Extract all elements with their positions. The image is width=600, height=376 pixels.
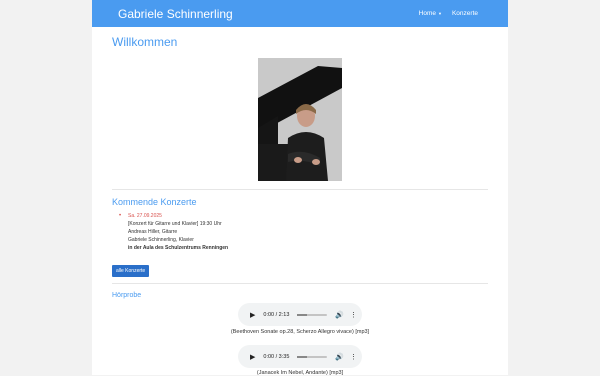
audio-time: 0:00 / 3:35	[263, 353, 290, 360]
audio-progress-slider[interactable]	[297, 313, 328, 316]
audio-player-2[interactable]: ▶ 0:00 / 3:35 🔊 ⋮	[238, 345, 362, 368]
concert-venue: in der Aula des Schulzentrums Renningen	[128, 245, 229, 251]
more-options-icon[interactable]: ⋮	[350, 311, 357, 319]
upcoming-heading: Kommende Konzerte	[112, 197, 197, 207]
play-icon[interactable]: ▶	[250, 311, 255, 319]
bullet-icon: •	[119, 213, 122, 219]
concert-entry: • Sa. 27.09.2025 [Konzert für Gitarre un…	[119, 212, 229, 252]
more-options-icon[interactable]: ⋮	[350, 353, 357, 361]
concert-title: [Konzert für Gitarre und Klavier] 19:30 …	[128, 221, 222, 227]
audio-caption-1[interactable]: (Beethoven Sonate op.28, Scherzo Allegro…	[92, 329, 508, 335]
audio-caption-2[interactable]: (Janacek Im Nebel, Andante) [mp3]	[92, 370, 508, 376]
volume-icon[interactable]: 🔊	[335, 311, 344, 319]
all-concerts-button[interactable]: alle Konzerte	[112, 265, 150, 277]
divider	[112, 283, 488, 284]
audio-progress-slider[interactable]	[297, 355, 328, 358]
page-title: Willkommen	[112, 35, 178, 49]
audio-player-1[interactable]: ▶ 0:00 / 2:13 🔊 ⋮	[238, 303, 362, 326]
chevron-down-icon: ▼	[438, 11, 442, 16]
nav-home-label: Home	[418, 10, 436, 17]
nav-home[interactable]: Home ▼	[419, 10, 442, 17]
main-content: Willkommen Kommende Konzerte • Sa. 27.09…	[92, 27, 508, 376]
play-icon[interactable]: ▶	[250, 353, 255, 361]
volume-icon[interactable]: 🔊	[335, 353, 344, 361]
portrait-illustration	[258, 58, 342, 181]
audio-time: 0:00 / 2:13	[263, 311, 290, 318]
concert-date: Sa. 27.09.2025	[128, 213, 162, 219]
brand-link[interactable]: Gabriele Schinnerling	[118, 7, 233, 21]
portrait-photo	[258, 58, 342, 181]
nav-konzerte[interactable]: Konzerte	[452, 10, 478, 17]
concert-performer-1: Andreas Hiller, Gitarre	[128, 229, 178, 235]
nav-menu: Home ▼ Konzerte	[419, 10, 478, 17]
divider	[112, 189, 488, 190]
top-navbar: Gabriele Schinnerling Home ▼ Konzerte	[92, 0, 508, 27]
concert-performer-2: Gabriele Schinnerling, Klavier	[128, 237, 194, 243]
listening-heading: Hörprobe	[112, 292, 142, 299]
